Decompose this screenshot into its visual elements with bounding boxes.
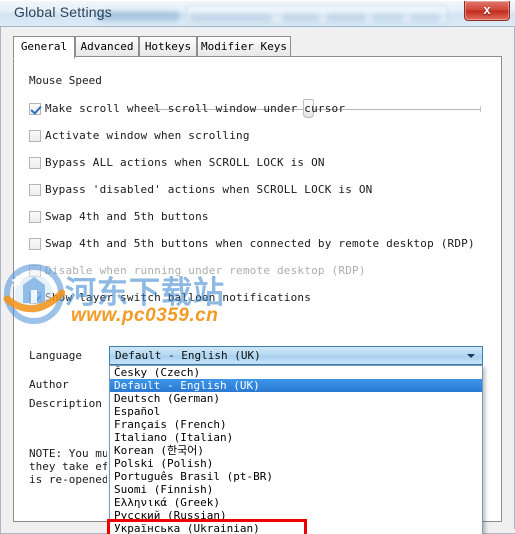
description-label: Description xyxy=(29,397,102,410)
background-window-ghost-5 xyxy=(372,14,404,22)
close-icon: x xyxy=(483,2,491,17)
close-button[interactable]: x xyxy=(464,1,510,21)
dropdown-option-polish[interactable]: Polski (Polish) xyxy=(110,457,482,470)
dropdown-option-portuguese[interactable]: Português Brasil (pt-BR) xyxy=(110,470,482,483)
dropdown-option-french[interactable]: Français (French) xyxy=(110,418,482,431)
tab-general[interactable]: General xyxy=(13,36,75,59)
checkbox-label: Activate window when scrolling xyxy=(45,129,250,142)
checkbox-icon[interactable] xyxy=(29,102,41,115)
checkbox-scroll-under-cursor[interactable]: Make scroll wheel scroll window under cu… xyxy=(29,101,345,116)
checkbox-icon[interactable] xyxy=(29,183,41,196)
checkbox-label: Show layer switch balloon notifications xyxy=(45,291,312,304)
checkbox-icon[interactable] xyxy=(29,237,41,250)
chevron-down-icon[interactable] xyxy=(467,354,475,358)
dropdown-option-english-uk[interactable]: Default - English (UK) xyxy=(110,379,482,392)
checkbox-label: Disable when running under remote deskto… xyxy=(45,264,366,277)
checkbox-show-layer-balloon[interactable]: Show layer switch balloon notifications xyxy=(29,290,311,305)
dropdown-option-russian[interactable]: Русский (Russian) xyxy=(110,509,482,522)
tab-modifier-keys[interactable]: Modifier Keys xyxy=(197,36,291,57)
dropdown-option-greek[interactable]: Ελληνικά (Greek) xyxy=(110,496,482,509)
dropdown-option-german[interactable]: Deutsch (German) xyxy=(110,392,482,405)
checkbox-swap-buttons-rdp[interactable]: Swap 4th and 5th buttons when connected … xyxy=(29,236,475,251)
checkbox-icon[interactable] xyxy=(29,291,41,304)
checkbox-label: Bypass 'disabled' actions when SCROLL LO… xyxy=(45,183,373,196)
window-frame-highlight xyxy=(0,0,515,1)
checkbox-icon[interactable] xyxy=(29,156,41,169)
checkbox-bypass-disabled-actions[interactable]: Bypass 'disabled' actions when SCROLL LO… xyxy=(29,182,372,197)
tab-advanced[interactable]: Advanced xyxy=(75,36,139,57)
author-label: Author xyxy=(29,378,69,391)
window-title: Global Settings xyxy=(14,4,112,20)
checkbox-label: Swap 4th and 5th buttons when connected … xyxy=(45,237,475,250)
checkbox-icon[interactable] xyxy=(29,210,41,223)
background-window-ghost-2 xyxy=(190,14,272,22)
checkbox-label: Swap 4th and 5th buttons xyxy=(45,210,209,223)
tab-hotkeys[interactable]: Hotkeys xyxy=(139,36,197,57)
language-combobox[interactable]: Default - English (UK) xyxy=(109,346,483,365)
dropdown-option-ukrainian[interactable]: Українська (Ukrainian) xyxy=(110,522,482,534)
background-window-ghost-4 xyxy=(326,14,366,22)
checkbox-bypass-all-actions[interactable]: Bypass ALL actions when SCROLL LOCK is O… xyxy=(29,155,325,170)
dropdown-option-italian[interactable]: Italiano (Italian) xyxy=(110,431,482,444)
checkbox-activate-window-when-scrolling[interactable]: Activate window when scrolling xyxy=(29,128,250,143)
background-window-ghost-3 xyxy=(282,14,320,22)
dropdown-option-finnish[interactable]: Suomi (Finnish) xyxy=(110,483,482,496)
global-settings-window: Global Settings x General Advanced Hotke… xyxy=(0,0,515,534)
dropdown-option-czech[interactable]: Česky (Czech) xyxy=(110,366,482,379)
dropdown-option-spanish[interactable]: Español xyxy=(110,405,482,418)
checkbox-icon[interactable] xyxy=(29,129,41,142)
language-combobox-value: Default - English (UK) xyxy=(115,349,261,362)
language-dropdown-list[interactable]: Česky (Czech) Default - English (UK) Deu… xyxy=(109,365,483,534)
checkbox-icon[interactable] xyxy=(29,264,41,277)
note-text: NOTE: You must they take effe is re-open… xyxy=(29,447,107,486)
dropdown-option-korean[interactable]: Korean (한국어) xyxy=(110,444,482,457)
checkbox-swap-4th-5th-buttons[interactable]: Swap 4th and 5th buttons xyxy=(29,209,209,224)
background-window-ghost-6 xyxy=(410,14,440,22)
window-body: General Advanced Hotkeys Modifier Keys M… xyxy=(0,27,515,534)
language-label: Language xyxy=(29,349,82,362)
checkbox-label: Bypass ALL actions when SCROLL LOCK is O… xyxy=(45,156,325,169)
checkbox-label: Make scroll wheel scroll window under cu… xyxy=(45,102,346,115)
mouse-speed-label: Mouse Speed xyxy=(29,74,102,87)
title-bar: Global Settings x xyxy=(0,0,515,27)
checkbox-disable-under-rdp[interactable]: Disable when running under remote deskto… xyxy=(29,263,366,278)
